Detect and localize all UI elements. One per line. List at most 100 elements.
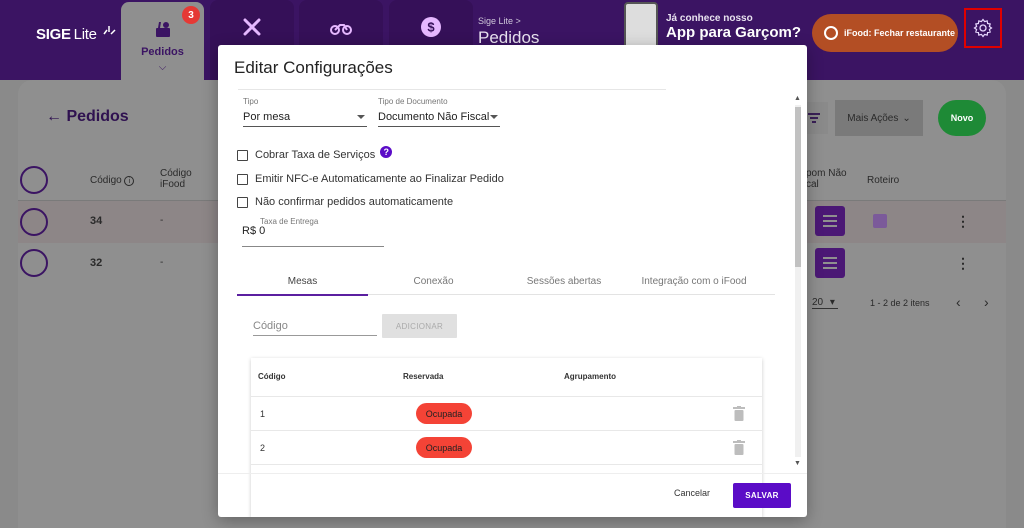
add-table-button[interactable]: ADICIONAR — [382, 314, 457, 338]
dropdown-arrow-icon — [490, 114, 498, 119]
tab-mesas[interactable]: Mesas — [237, 267, 368, 296]
modal-scrollbar[interactable]: ▲ ▼ — [792, 95, 802, 467]
tipo-documento-select[interactable]: Documento Não Fiscal — [378, 107, 500, 127]
row-codigo: 2 — [260, 443, 266, 453]
utensils-icon — [243, 18, 261, 36]
tipo-select[interactable]: Por mesa — [243, 107, 367, 127]
chevron-down-icon: ▾ — [829, 297, 835, 308]
nao-confirmar-checkbox-row[interactable]: Não confirmar pedidos automaticamente — [237, 196, 453, 208]
row-codigo: 34 — [90, 215, 103, 227]
breadcrumb-separator: > — [515, 16, 521, 26]
codigo-input[interactable] — [253, 316, 377, 336]
food-icon — [155, 22, 170, 37]
tab-conexao[interactable]: Conexão — [368, 267, 499, 295]
column-header-cupom: pom Não cal — [806, 168, 847, 190]
modal-footer: Cancelar SALVAR — [218, 473, 807, 517]
emitir-nfce-checkbox[interactable] — [237, 173, 248, 185]
more-actions-button[interactable]: Mais Ações ⌄ — [835, 100, 923, 136]
tab-sessoes-abertas[interactable]: Sessões abertas — [499, 267, 629, 295]
row-codigo: 32 — [90, 257, 103, 269]
svg-text:$: $ — [427, 20, 435, 35]
row-ifood: - — [160, 257, 164, 268]
chevron-down-icon: ⌄ — [902, 112, 911, 124]
trash-icon[interactable] — [733, 406, 745, 421]
help-icon[interactable]: ? — [380, 146, 393, 158]
route-icon[interactable] — [873, 214, 887, 228]
page-size-value: 20 — [812, 297, 824, 308]
chevron-down-icon: ⌵ — [158, 62, 167, 73]
back-arrow-icon[interactable]: ← — [46, 108, 62, 125]
sige-lite-logo[interactable]: SIGE Lite — [36, 25, 116, 43]
tipo-documento-label: Tipo de Documento — [378, 97, 448, 106]
status-badge: Ocupada — [416, 403, 472, 424]
next-page-icon[interactable]: › — [984, 294, 989, 310]
dropdown-arrow-icon — [357, 114, 365, 119]
breadcrumb-app: Sige Lite — [478, 16, 514, 26]
taxa-entrega-input[interactable]: R$ 0 — [242, 225, 384, 247]
ifood-close-restaurant-button[interactable]: iFood: Fechar restaurante — [812, 14, 958, 52]
prev-page-icon[interactable]: ‹ — [956, 294, 961, 310]
logo-brand: SIGE — [36, 26, 71, 43]
page-size-select[interactable]: 20 ▾ — [812, 297, 838, 309]
header-reservada: Reservada — [403, 372, 444, 381]
receipt-icon[interactable] — [815, 248, 845, 278]
dollar-icon: $ — [421, 17, 441, 37]
scroll-down-icon[interactable]: ▼ — [794, 460, 801, 467]
tipo-value: Por mesa — [243, 110, 291, 123]
settings-tabs: Mesas Conexão Sessões abertas Integração… — [237, 267, 775, 296]
receipt-icon[interactable] — [815, 206, 845, 236]
tab-integracao-ifood[interactable]: Integração com o iFood — [629, 267, 759, 295]
new-order-button[interactable]: Novo — [938, 100, 986, 136]
nao-confirmar-checkbox[interactable] — [237, 196, 248, 208]
more-actions-label: Mais Ações — [847, 112, 899, 124]
select-all-checkbox[interactable] — [20, 166, 48, 194]
promo-line1[interactable]: Já conhece nosso — [666, 13, 753, 24]
title-divider — [238, 89, 666, 90]
settings-button[interactable] — [964, 8, 1002, 48]
emitir-nfce-label: Emitir NFC-e Automaticamente ao Finaliza… — [255, 173, 504, 185]
ifood-button-label: iFood: Fechar restaurante — [844, 28, 956, 38]
pagination-range: 1 - 2 de 2 itens — [870, 298, 930, 308]
row-select-checkbox[interactable] — [20, 249, 48, 277]
cobrar-taxa-checkbox-row[interactable]: Cobrar Taxa de Serviços ? — [237, 146, 393, 161]
ifood-status-icon — [824, 26, 838, 40]
status-badge: Ocupada — [416, 437, 472, 458]
nao-confirmar-label: Não confirmar pedidos automaticamente — [255, 196, 454, 208]
edit-settings-modal: Editar Configurações ▲ ▼ Tipo Por mesa T… — [218, 45, 807, 517]
row-menu-icon[interactable]: ⋮ — [956, 255, 970, 272]
column-header-codigo-label: Código — [90, 175, 122, 186]
cobrar-taxa-label: Cobrar Taxa de Serviços — [255, 149, 376, 161]
scroll-up-icon[interactable]: ▲ — [794, 95, 801, 102]
header-codigo: Código — [258, 372, 286, 381]
column-header-codigo: Código i — [90, 175, 135, 186]
table-row[interactable]: 1 Ocupada — [251, 396, 762, 430]
scroll-thumb[interactable] — [795, 107, 801, 267]
cobrar-taxa-checkbox[interactable] — [237, 149, 248, 161]
header-agrupamento: Agrupamento — [564, 372, 616, 381]
row-menu-icon[interactable]: ⋮ — [956, 213, 970, 230]
nav-tab-pedidos-label: Pedidos — [141, 46, 184, 58]
page-title[interactable]: ← Pedidos — [46, 108, 129, 126]
logo-suffix: Lite — [73, 26, 97, 43]
gear-icon — [973, 18, 993, 38]
tipo-documento-value: Documento Não Fiscal — [378, 110, 490, 123]
modal-title: Editar Configurações — [234, 58, 393, 77]
nav-tab-pedidos[interactable]: 3 Pedidos ⌵ — [121, 2, 204, 80]
save-button[interactable]: SALVAR — [733, 483, 791, 508]
cancel-button[interactable]: Cancelar — [674, 488, 710, 498]
motorcycle-icon — [330, 24, 352, 35]
table-row[interactable]: 2 Ocupada — [251, 430, 762, 464]
trash-icon[interactable] — [733, 440, 745, 455]
info-icon: i — [124, 176, 135, 186]
promo-line2[interactable]: App para Garçom? — [666, 24, 801, 41]
row-codigo: 1 — [260, 409, 266, 419]
row-select-checkbox[interactable] — [20, 208, 48, 236]
taxa-entrega-value: R$ 0 — [242, 225, 266, 237]
column-header-roteiro: Roteiro — [867, 175, 900, 186]
row-ifood: - — [160, 215, 164, 226]
logo-rays-icon — [103, 25, 116, 35]
orders-badge: 3 — [182, 6, 200, 24]
tipo-label: Tipo — [243, 97, 259, 106]
breadcrumb: Sige Lite > — [478, 16, 521, 26]
emitir-nfce-checkbox-row[interactable]: Emitir NFC-e Automaticamente ao Finaliza… — [237, 173, 504, 185]
